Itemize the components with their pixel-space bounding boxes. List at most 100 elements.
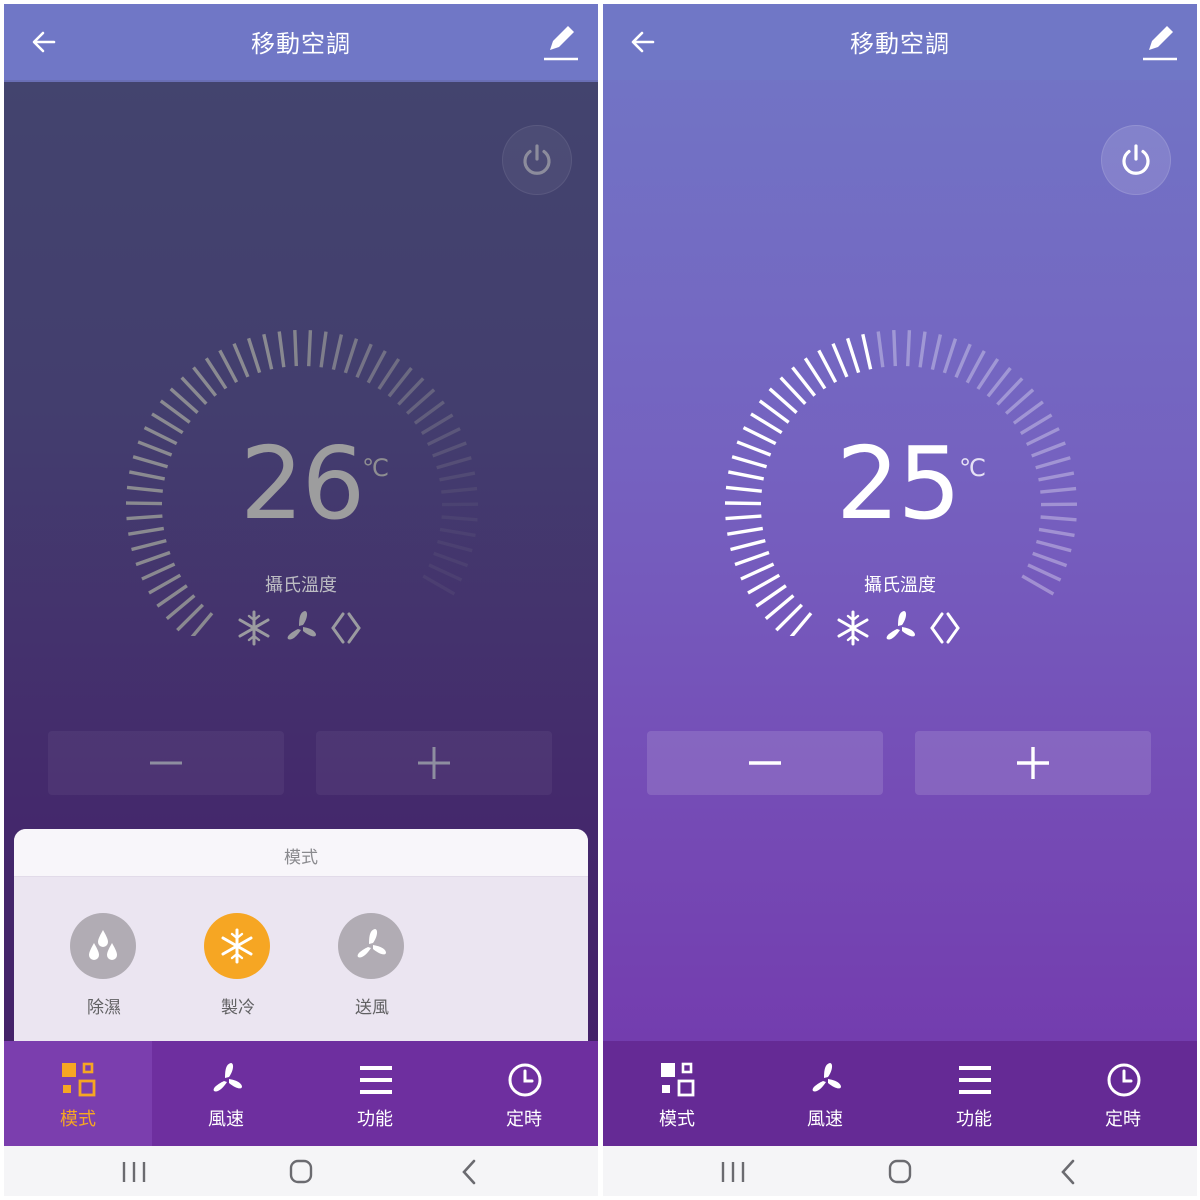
- nav-timer[interactable]: 定時: [1049, 1041, 1197, 1146]
- dial-tick: [293, 330, 298, 367]
- snowflake-icon: [238, 610, 270, 646]
- snowflake-icon: [221, 928, 253, 964]
- thermostat-screen: 移動空調 26 ℃ 攝氏溫度 模式 除濕 製冷 送風 模式 風速 功能 定時: [4, 4, 598, 1146]
- recents-icon[interactable]: [114, 1158, 154, 1186]
- dial-tick: [426, 427, 461, 447]
- dial-tick: [132, 455, 169, 469]
- dial-tick: [355, 343, 373, 378]
- dial-tick: [436, 456, 472, 470]
- water-drops-icon: [89, 930, 117, 960]
- dial-tick: [433, 551, 469, 568]
- right-screen: 移動空調 25 ℃ 攝氏溫度 模式 風速 功能 定時: [603, 4, 1197, 1196]
- dial-tick: [954, 343, 972, 378]
- dial-tick: [750, 412, 783, 435]
- dial-tick: [128, 526, 165, 536]
- dial-tick: [439, 471, 476, 482]
- temperature-unit: ℃: [959, 454, 986, 482]
- snowflake-icon: [837, 610, 869, 646]
- increase-temperature-button[interactable]: [915, 731, 1151, 795]
- dial-tick: [1025, 427, 1060, 447]
- dial-tick: [734, 550, 770, 567]
- dial-tick: [727, 470, 765, 481]
- nav-mode[interactable]: 模式: [4, 1041, 152, 1146]
- power-button[interactable]: [502, 125, 572, 195]
- arrow-left-icon[interactable]: [627, 26, 659, 58]
- dial-tick: [731, 455, 768, 469]
- pencil-icon[interactable]: [542, 22, 580, 62]
- mode-sheet-header: 模式: [14, 829, 588, 877]
- nav-label: 定時: [506, 1109, 542, 1130]
- dial-tick: [126, 485, 163, 493]
- nav-functions[interactable]: 功能: [301, 1041, 449, 1146]
- dial-tick: [803, 357, 827, 390]
- dial-tick: [876, 331, 885, 368]
- nav-fan-speed[interactable]: 風速: [751, 1041, 899, 1146]
- dial-tick: [758, 399, 790, 424]
- mode-sheet: 模式 除濕 製冷 送風: [14, 829, 588, 1044]
- menu-icon: [959, 1066, 991, 1094]
- dial-tick: [432, 441, 467, 458]
- mode-option-fan[interactable]: 送風: [332, 913, 412, 1023]
- fan-icon: [357, 929, 386, 958]
- dial-tick: [441, 515, 478, 522]
- clock-icon: [508, 1063, 542, 1097]
- dial-tick: [204, 357, 228, 390]
- mode-option-label: 除濕: [87, 998, 121, 1018]
- arrow-left-icon[interactable]: [28, 26, 60, 58]
- decrease-temperature-button[interactable]: [647, 731, 883, 795]
- chevron-left-icon[interactable]: [450, 1158, 490, 1186]
- nav-fan-speed[interactable]: 風速: [152, 1041, 300, 1146]
- swing-icon: [930, 612, 960, 644]
- dial-tick: [965, 350, 986, 384]
- nav-timer[interactable]: 定時: [450, 1041, 598, 1146]
- minus-icon: [749, 761, 781, 765]
- dial-tick: [262, 333, 274, 370]
- home-icon[interactable]: [281, 1158, 321, 1186]
- dial-tick: [131, 538, 167, 552]
- dial-tick: [1040, 486, 1077, 494]
- plus-icon: [418, 747, 450, 779]
- nav-label: 風速: [208, 1109, 244, 1130]
- bottom-nav: 模式 風速 功能 定時: [603, 1041, 1197, 1146]
- plus-icon: [1017, 747, 1049, 779]
- dial-tick: [436, 539, 473, 553]
- nav-functions[interactable]: 功能: [900, 1041, 1048, 1146]
- nav-label: 功能: [956, 1109, 992, 1130]
- dial-tick: [128, 470, 166, 481]
- nav-label: 風速: [807, 1109, 843, 1130]
- mode-option-dehumidify[interactable]: 除濕: [64, 913, 144, 1023]
- dial-tick: [307, 330, 313, 367]
- dial-tick: [343, 338, 359, 374]
- dial-tick: [413, 400, 445, 425]
- decrease-temperature-button[interactable]: [48, 731, 284, 795]
- dial-tick: [125, 501, 163, 506]
- chevron-left-icon[interactable]: [1049, 1158, 1089, 1186]
- dial-tick: [892, 330, 897, 367]
- page-title: 移動空調: [251, 30, 351, 58]
- system-nav-bar: [4, 1146, 598, 1196]
- bottom-nav: 模式 風速 功能 定時: [4, 1041, 598, 1146]
- dial-tick: [1038, 527, 1075, 538]
- mode-sheet-title: 模式: [284, 848, 318, 868]
- nav-mode[interactable]: 模式: [603, 1041, 751, 1146]
- dial-tick: [159, 399, 191, 424]
- dial-tick: [831, 343, 849, 378]
- recents-icon[interactable]: [713, 1158, 753, 1186]
- nav-label: 模式: [659, 1109, 695, 1130]
- dial-tick: [1032, 551, 1068, 568]
- dial-tick: [151, 412, 184, 435]
- page-title: 移動空調: [850, 30, 950, 58]
- mode-option-label: 送風: [355, 998, 389, 1018]
- dial-tick: [736, 440, 772, 457]
- mode-option-cool[interactable]: 製冷: [198, 913, 278, 1023]
- fan-icon: [213, 1063, 242, 1092]
- home-icon[interactable]: [880, 1158, 920, 1186]
- dial-tick: [1019, 413, 1053, 435]
- temperature-unit: ℃: [362, 454, 389, 482]
- power-button[interactable]: [1101, 125, 1171, 195]
- dial-tick: [319, 331, 328, 368]
- dial-tick: [727, 526, 764, 536]
- increase-temperature-button[interactable]: [316, 731, 552, 795]
- pencil-icon[interactable]: [1141, 22, 1179, 62]
- dial-tick: [942, 338, 958, 374]
